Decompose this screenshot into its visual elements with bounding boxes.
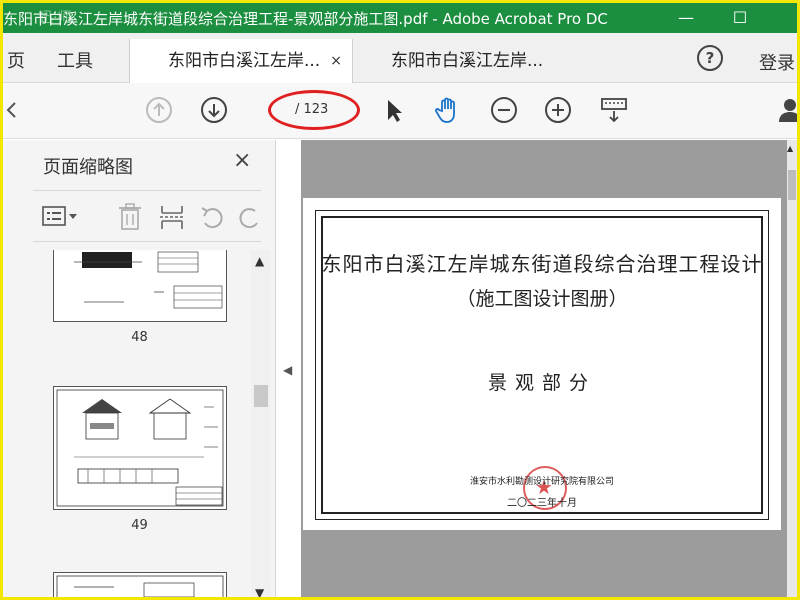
document-scrollbar[interactable]: ▲ <box>787 140 797 597</box>
scrollbar-thumb[interactable] <box>254 385 268 407</box>
document-section: 景观部分 <box>487 372 596 394</box>
thumbnail-page-number: 48 <box>131 330 148 345</box>
thumbnail-panel: 页面缩略图 × 48 49 ▲ ▼ <box>3 140 276 597</box>
thumbnail-page-number: 49 <box>131 518 148 533</box>
tab-label: 东阳市白溪江左岸... <box>391 51 544 71</box>
keyboard-icon[interactable] <box>599 95 629 125</box>
document-view[interactable]: 东阳市白溪江左岸城东街道段综合治理工程设计 （施工图设计图册） 景观部分 ★ 淮… <box>301 140 787 597</box>
help-icon[interactable]: ? <box>697 45 723 71</box>
user-icon[interactable] <box>775 95 800 125</box>
document-date: 二〇二三年十月 <box>507 498 577 509</box>
thumbnail-drawing <box>56 389 224 507</box>
tab-label: 东阳市白溪江左岸... <box>168 51 321 71</box>
app-window: 东阳市白溪江左岸城东街道段综合治理工程-景观部分施工图.pdf - Adobe … <box>0 0 800 600</box>
thumbnail-scrollbar[interactable]: ▲ ▼ <box>251 250 271 597</box>
thumbnail-page-49[interactable] <box>53 386 227 510</box>
next-page-icon[interactable] <box>199 95 229 125</box>
thumbnail-page-48[interactable] <box>53 250 227 322</box>
annotation-ellipse <box>268 90 360 130</box>
panel-title: 页面缩略图 <box>43 157 133 178</box>
title-bar: 东阳市白溪江左岸城东街道段综合治理工程-景观部分施工图.pdf - Adobe … <box>3 3 797 33</box>
scroll-up-icon[interactable]: ▲ <box>787 144 793 153</box>
panel-toolbar <box>33 190 261 242</box>
close-panel-icon[interactable]: × <box>233 148 251 173</box>
minimize-button[interactable]: — <box>663 3 709 33</box>
thumbnail-options-icon[interactable] <box>41 203 81 229</box>
thumbnail-page-50[interactable] <box>53 572 227 597</box>
tab-document-2[interactable]: 东阳市白溪江左岸... <box>355 39 575 83</box>
maximize-button[interactable]: ☐ <box>717 3 763 33</box>
select-cursor-icon[interactable] <box>379 95 409 125</box>
rotate-right-icon[interactable] <box>237 203 263 231</box>
zoom-out-icon[interactable] <box>489 95 519 125</box>
extract-page-icon[interactable] <box>159 203 185 231</box>
back-chevron-icon[interactable] <box>3 95 33 125</box>
scroll-up-icon[interactable]: ▲ <box>255 254 264 268</box>
window-title: 东阳市白溪江左岸城东街道段综合治理工程-景观部分施工图.pdf - Adobe … <box>3 10 608 28</box>
scroll-down-icon[interactable]: ▼ <box>255 586 264 597</box>
thumbnail-list: 48 49 <box>3 250 249 597</box>
document-subtitle: （施工图设计图册） <box>456 288 628 310</box>
nav-tools[interactable]: 工具 <box>57 47 93 73</box>
close-tab-icon[interactable]: × <box>330 39 342 83</box>
document-organization: 淮安市水利勘测设计研究院有限公司 <box>469 477 614 487</box>
document-title: 东阳市白溪江左岸城东街道段综合治理工程设计 <box>321 252 763 276</box>
hand-tool-icon[interactable] <box>433 95 463 125</box>
tab-row: 页 工具 东阳市白溪江左岸... × 东阳市白溪江左岸... ? 登录 <box>3 33 797 83</box>
watermark: 迅·师 <box>39 10 72 26</box>
rotate-left-icon[interactable] <box>199 203 225 231</box>
toolbar: / 123 <box>3 83 797 139</box>
prev-page-icon[interactable] <box>144 95 174 125</box>
tab-document-1[interactable]: 东阳市白溪江左岸... × <box>129 39 353 83</box>
zoom-in-icon[interactable] <box>543 95 573 125</box>
nav-home[interactable]: 页 <box>7 47 25 73</box>
login-button[interactable]: 登录 <box>759 49 795 75</box>
delete-page-icon[interactable] <box>117 203 143 231</box>
thumbnail-drawing <box>74 251 223 309</box>
thumbnail-drawing <box>56 575 224 597</box>
scrollbar-thumb[interactable] <box>788 170 796 200</box>
pdf-page: 东阳市白溪江左岸城东街道段综合治理工程设计 （施工图设计图册） 景观部分 ★ 淮… <box>303 198 781 530</box>
collapse-panel-icon[interactable]: ◀ <box>283 363 292 377</box>
